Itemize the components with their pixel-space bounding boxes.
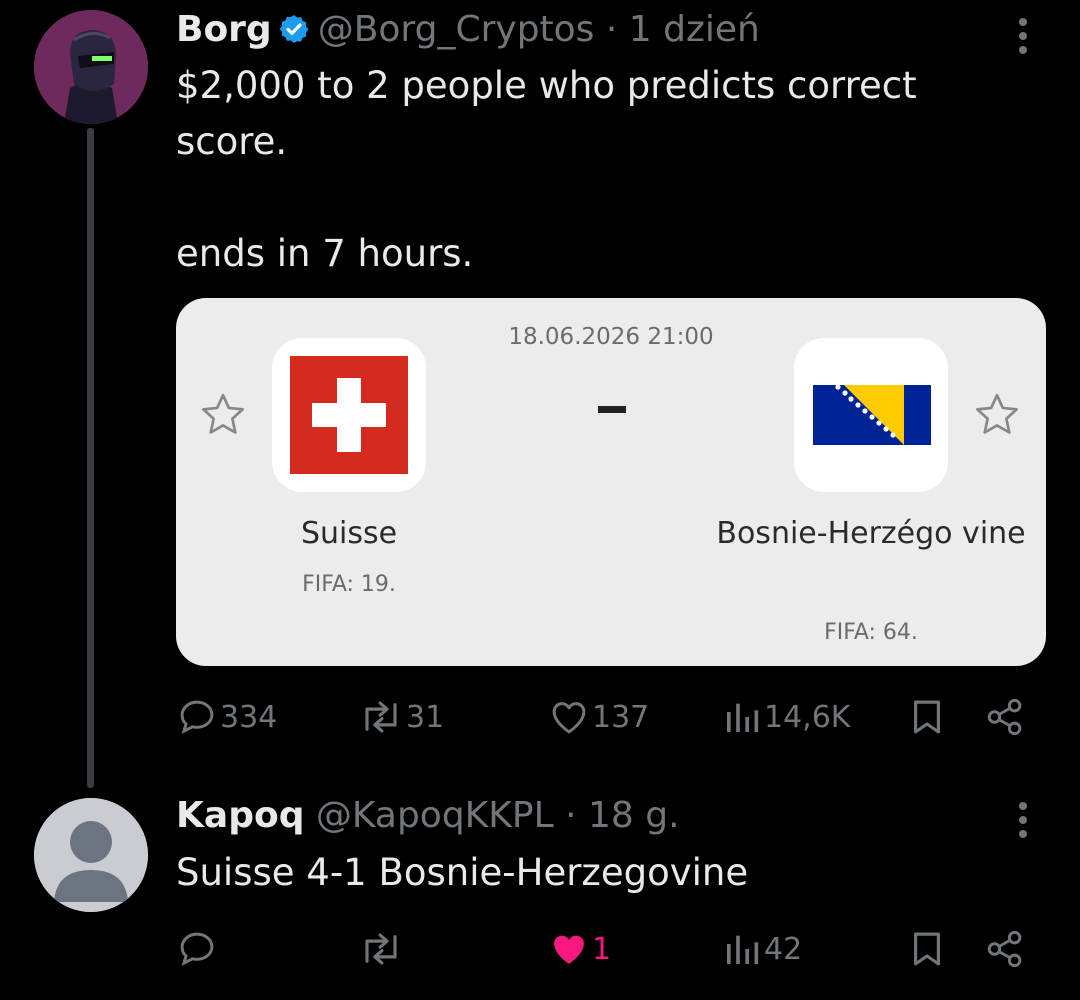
match-card[interactable]: 18.06.2026 21:00 Suisse FIFA: 19. Bosnie… — [176, 298, 1046, 666]
reply-like-count: 1 — [592, 931, 612, 967]
reply-icon — [180, 932, 214, 966]
home-team-name[interactable]: Suisse — [272, 512, 426, 556]
like-button[interactable]: 137 — [548, 696, 649, 738]
home-flag[interactable] — [272, 338, 426, 492]
share-icon — [987, 698, 1022, 736]
away-fifa-rank: FIFA: 64. — [824, 620, 918, 645]
reply-author-handle[interactable]: @KapoqKKPL — [316, 795, 554, 836]
reply-button[interactable]: 334 — [176, 696, 277, 738]
repost-button[interactable]: 31 — [358, 696, 444, 738]
views-count: 14,6K — [764, 699, 851, 735]
more-icon-dot — [1019, 32, 1027, 40]
bookmark-icon — [914, 700, 940, 734]
away-team-name[interactable]: Bosnie-Herzégo vine — [716, 512, 1026, 556]
switzerland-flag-icon — [290, 356, 408, 474]
separator: · — [565, 795, 577, 836]
more-icon-dot — [1019, 830, 1027, 838]
author-handle[interactable]: @Borg_Cryptos — [318, 9, 595, 50]
verified-badge-icon — [279, 15, 309, 43]
views-icon — [727, 935, 759, 964]
reply-author-name[interactable]: Kapoq — [176, 795, 304, 836]
post-header: Borg @Borg_Cryptos · 1 dzień — [176, 8, 760, 52]
author-name[interactable]: Borg — [176, 9, 272, 50]
repost-icon — [365, 701, 397, 733]
post-time[interactable]: 1 dzień — [629, 9, 760, 50]
reply-share-button[interactable] — [984, 928, 1026, 970]
like-count: 137 — [592, 699, 650, 735]
reply-more-options-button[interactable] — [1012, 800, 1032, 840]
robot-avatar-icon — [34, 10, 148, 124]
more-icon — [1019, 802, 1027, 810]
more-options-button[interactable] — [1012, 16, 1032, 56]
repost-count: 31 — [406, 699, 445, 735]
home-fifa-rank: FIFA: 19. — [302, 572, 396, 597]
bookmark-button[interactable] — [906, 696, 948, 738]
kapoq-avatar[interactable] — [34, 798, 148, 912]
separator: · — [605, 9, 618, 50]
page: Borg @Borg_Cryptos · 1 dzień $2,000 to 2 … — [0, 0, 1080, 1000]
reply-time[interactable]: 18 g. — [588, 795, 680, 836]
away-flag[interactable] — [794, 338, 948, 492]
reply-reply-button[interactable] — [176, 928, 218, 970]
star-icon[interactable] — [972, 390, 1022, 440]
borg-avatar[interactable] — [34, 10, 148, 124]
separator-dot: · — [594, 9, 628, 50]
reply-header: Kapoq @KapoqKKPL · 18 g. — [176, 794, 680, 838]
reply-views-count: 42 — [764, 931, 803, 967]
separator-dot: · — [554, 795, 588, 836]
share-button[interactable] — [984, 696, 1026, 738]
share-icon — [987, 930, 1022, 968]
star-icon[interactable] — [198, 390, 248, 440]
like-icon-filled — [554, 935, 584, 964]
score-dash — [598, 406, 626, 413]
views-button[interactable]: 14,6K — [722, 696, 850, 738]
bookmark-icon — [914, 932, 940, 966]
thread-line — [87, 128, 94, 788]
reply-icon — [180, 700, 214, 734]
like-icon — [552, 702, 586, 734]
reply-text: Suisse 4-1 Bosnie-Herzegovine — [176, 851, 749, 894]
reply-bookmark-button[interactable] — [906, 928, 948, 970]
repost-icon — [365, 933, 397, 965]
post-text-line-2: ends in 7 hours. — [176, 232, 474, 275]
reply-views-button[interactable]: 42 — [722, 928, 802, 970]
views-icon — [727, 703, 759, 732]
default-user-icon — [34, 798, 148, 912]
more-icon-dot — [1019, 816, 1027, 824]
reply-repost-button[interactable] — [358, 928, 404, 970]
post-text-line-1: $2,000 to 2 people who predicts correct … — [176, 64, 917, 163]
reply-like-button[interactable]: 1 — [548, 928, 611, 970]
more-icon — [1019, 18, 1027, 26]
reply-count: 334 — [220, 699, 278, 735]
more-icon-dot — [1019, 46, 1027, 54]
bosnia-flag-icon — [813, 384, 931, 445]
